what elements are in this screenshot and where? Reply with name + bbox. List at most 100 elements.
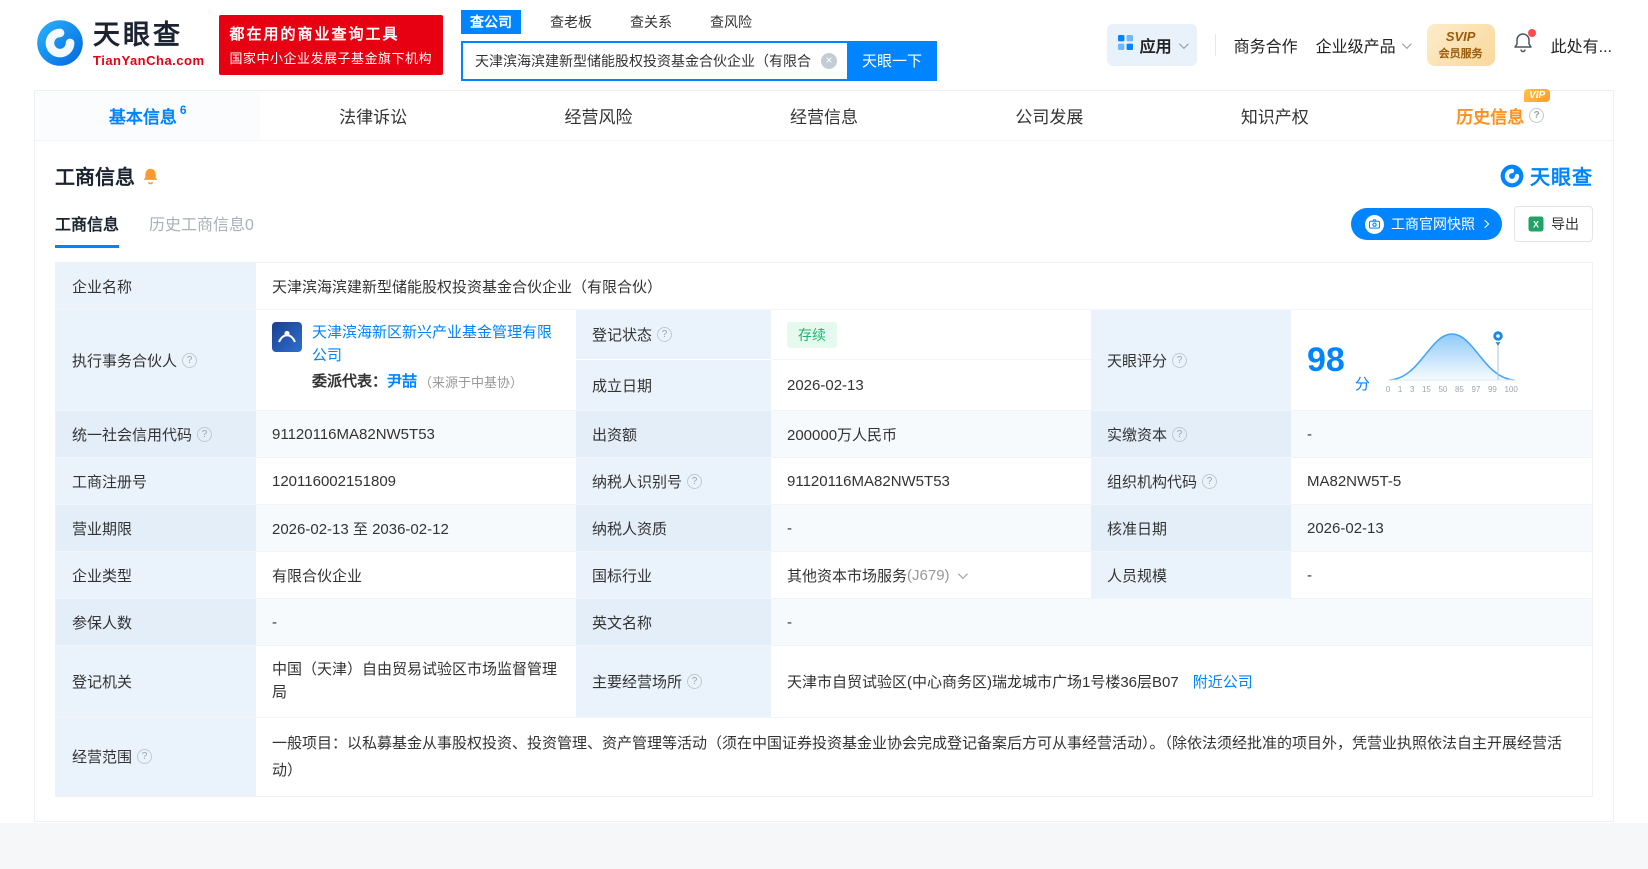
tab-basic-info[interactable]: 基本信息 6 xyxy=(35,91,261,140)
help-icon[interactable] xyxy=(197,426,213,442)
business-scope-value: 一般项目：以私募基金从事股权投资、投资管理、资产管理等活动（须在中国证券投资基金… xyxy=(256,717,1592,796)
svip-sublabel: 会员服务 xyxy=(1438,48,1483,60)
reg-number-value: 120116002151809 xyxy=(256,458,576,504)
insured-count-value: - xyxy=(256,599,576,645)
help-icon[interactable] xyxy=(687,673,703,689)
reg-authority-value: 中国（天津）自由贸易试验区市场监督管理局 xyxy=(256,646,576,717)
apps-menu-button[interactable]: 应用 xyxy=(1106,24,1197,66)
tab-label: 经营信息 xyxy=(789,108,858,127)
industry-expand-icon[interactable] xyxy=(957,568,968,579)
apps-label: 应用 xyxy=(1139,39,1172,56)
row-business-scope: 经营范围 一般项目：以私募基金从事股权投资、投资管理、资产管理等活动（须在中国证… xyxy=(56,717,1592,796)
export-button-label: 导出 xyxy=(1551,216,1579,232)
tab-basic-info-label: 基本信息 xyxy=(108,108,177,127)
tab-label: 法律诉讼 xyxy=(339,108,408,127)
clear-search-icon[interactable]: × xyxy=(821,52,838,69)
tab-company-development[interactable]: 公司发展 xyxy=(937,91,1162,140)
credit-code-value: 91120116MA82NW5T53 xyxy=(256,411,576,457)
chevron-down-icon xyxy=(1178,38,1189,49)
score-unit: 分 xyxy=(1354,376,1370,393)
search-input[interactable] xyxy=(461,40,848,81)
help-icon[interactable] xyxy=(657,327,673,342)
official-snapshot-button[interactable]: 工商官网快照 xyxy=(1351,208,1502,240)
help-icon[interactable] xyxy=(182,352,198,368)
search-tab-boss[interactable]: 查老板 xyxy=(541,10,601,34)
help-icon[interactable] xyxy=(687,473,703,489)
search-tab-company[interactable]: 查公司 xyxy=(461,9,522,34)
chevron-right-icon xyxy=(1480,219,1490,229)
approval-date-label: 核准日期 xyxy=(1091,505,1291,551)
notification-bell-button[interactable] xyxy=(1513,29,1536,58)
subtab-history-business-info[interactable]: 历史工商信息0 xyxy=(149,211,254,248)
establish-date-label: 成立日期 xyxy=(576,360,771,410)
tab-legal-proceedings[interactable]: 法律诉讼 xyxy=(260,91,485,140)
capital-value: 200000万人民币 xyxy=(771,411,1091,457)
help-icon[interactable] xyxy=(137,749,153,764)
help-icon[interactable] xyxy=(1172,426,1188,442)
enterprise-products-link[interactable]: 企业级产品 xyxy=(1316,33,1412,57)
score-label: 天眼评分 xyxy=(1091,310,1291,410)
paid-capital-label: 实缴资本 xyxy=(1091,411,1291,457)
taxpayer-id-value: 91120116MA82NW5T53 xyxy=(771,458,1091,504)
export-button[interactable]: X 导出 xyxy=(1514,206,1593,242)
search-tab-risk[interactable]: 查风险 xyxy=(701,10,761,34)
reg-status-label: 登记状态 xyxy=(576,310,771,360)
staff-size-value: - xyxy=(1291,552,1592,598)
subtab-business-info[interactable]: 工商信息 xyxy=(55,211,120,248)
industry-value: 其他资本市场服务 (J679) xyxy=(771,552,1091,598)
tab-label: 经营风险 xyxy=(564,108,633,127)
tab-label: 公司发展 xyxy=(1015,108,1084,127)
promo-line2: 国家中小企业发展子基金旗下机构 xyxy=(229,51,433,66)
tab-operating-risk[interactable]: 经营风险 xyxy=(486,91,711,140)
row-credit-code: 统一社会信用代码 91120116MA82NW5T53 出资额 200000万人… xyxy=(56,411,1592,458)
tab-history-info[interactable]: 历史信息 VIP xyxy=(1388,89,1613,140)
svip-member-button[interactable]: SVIP 会员服务 xyxy=(1426,24,1495,66)
reg-status-value: 存续 xyxy=(771,310,1091,360)
taxpayer-quality-value: - xyxy=(771,505,1091,551)
address-value: 天津市自贸试验区(中心商务区)瑞龙城市广场1号楼36层B07 附近公司 xyxy=(771,646,1592,717)
business-info-table: 企业名称 天津滨海滨建新型储能股权投资基金合伙企业（有限合伙） 执行事务合伙人 … xyxy=(55,262,1593,797)
score-axis-labels: 01 3 15 50 85 97 99 100 xyxy=(1385,385,1518,394)
nearby-companies-link[interactable]: 附近公司 xyxy=(1193,671,1253,692)
help-icon[interactable] xyxy=(1529,108,1545,123)
header-divider xyxy=(1214,34,1216,56)
reg-number-label: 工商注册号 xyxy=(56,458,256,504)
notification-dot xyxy=(1527,29,1536,37)
tab-intellectual-property[interactable]: 知识产权 xyxy=(1162,91,1387,140)
score-distribution-chart: 01 3 15 50 85 97 99 100 xyxy=(1386,326,1518,394)
subscribe-bell-icon[interactable] xyxy=(142,167,159,185)
brand-domain: TianYanCha.com xyxy=(93,53,205,68)
executive-partner-value: 天津滨海新区新兴产业基金管理有限公司 委派代表： 尹喆 （来源于中基协） xyxy=(256,310,576,410)
business-cooperation-link[interactable]: 商务合作 xyxy=(1234,33,1298,57)
credit-code-label: 统一社会信用代码 xyxy=(56,411,256,457)
partner-rep-link[interactable]: 尹喆 xyxy=(387,371,417,394)
tab-history-label: 历史信息 xyxy=(1456,108,1525,127)
help-icon[interactable] xyxy=(1202,473,1218,489)
search-button[interactable]: 天眼一下 xyxy=(847,40,938,81)
executive-partner-label: 执行事务合伙人 xyxy=(56,310,256,410)
company-type-value: 有限合伙企业 xyxy=(256,552,576,598)
english-name-value: - xyxy=(771,599,1592,645)
tab-operating-info[interactable]: 经营信息 xyxy=(711,91,936,140)
camera-icon xyxy=(1365,214,1384,234)
row-company-name: 企业名称 天津滨海滨建新型储能股权投资基金合伙企业（有限合伙） xyxy=(56,263,1592,310)
watermark-brand-text: 天眼查 xyxy=(1530,167,1593,189)
insured-count-label: 参保人数 xyxy=(56,599,256,645)
company-nav-tabs: 基本信息 6 法律诉讼 经营风险 经营信息 公司发展 知识产权 历史信息 VIP xyxy=(35,89,1613,141)
industry-label: 国标行业 xyxy=(576,552,771,598)
user-account-link[interactable]: 此处有... xyxy=(1551,33,1612,57)
partner-company-link[interactable]: 天津滨海新区新兴产业基金管理有限公司 xyxy=(312,322,558,367)
tianyancha-logo[interactable]: 天眼查 TianYanCha.com xyxy=(36,19,205,72)
company-name-label: 企业名称 xyxy=(56,263,256,309)
search-tabs: 查公司 查老板 查关系 查风险 xyxy=(461,9,937,34)
capital-label: 出资额 xyxy=(576,411,771,457)
taxpayer-id-label: 纳税人识别号 xyxy=(576,458,771,504)
tianyancha-watermark-icon xyxy=(1500,164,1524,187)
vip-badge: VIP xyxy=(1524,89,1551,102)
english-name-label: 英文名称 xyxy=(576,599,771,645)
section-header: 工商信息 天眼查 xyxy=(35,141,1613,190)
row-reg-authority: 登记机关 中国（天津）自由贸易试验区市场监督管理局 主要经营场所 天津市自贸试验… xyxy=(56,646,1592,718)
help-icon[interactable] xyxy=(1172,352,1188,368)
section-watermark-logo: 天眼查 xyxy=(1500,161,1593,190)
search-tab-relation[interactable]: 查关系 xyxy=(621,10,681,34)
